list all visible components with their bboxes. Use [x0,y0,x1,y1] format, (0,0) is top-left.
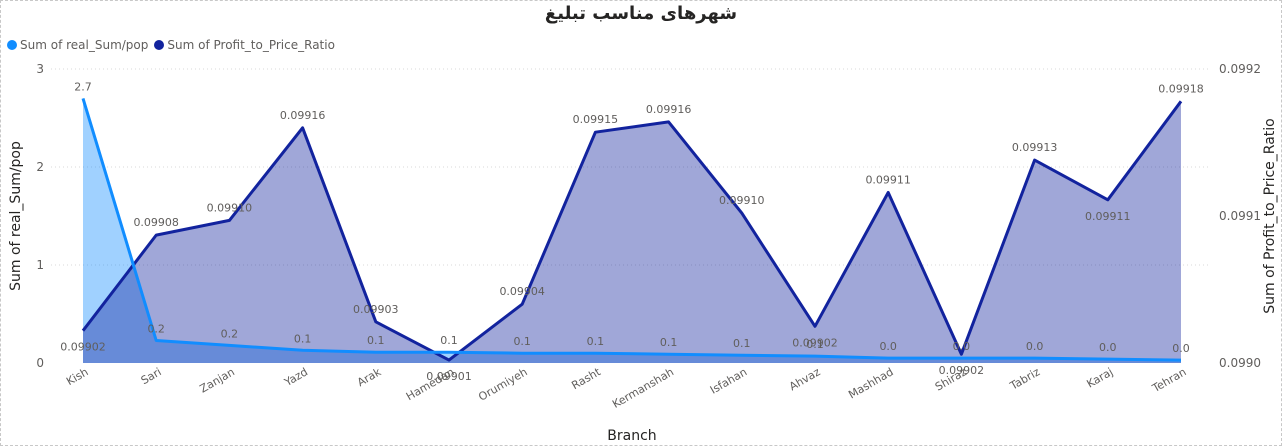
x-tick-label: Tabriz [1007,365,1042,393]
x-tick-label: Rasht [569,365,603,392]
x-tick-label: Zanjan [197,365,236,395]
data-label-real-sum-pop: 0.1 [440,334,458,347]
x-tick-label: Ahvaz [787,365,823,393]
y2-axis-title: Sum of Profit_to_Price_Ratio [1262,118,1278,313]
data-label-real-sum-pop: 0.2 [147,322,165,335]
y-tick-label: 1 [36,258,44,272]
y-tick-label: 0 [36,356,44,370]
data-label-profit-ratio: 0.09915 [573,113,619,126]
chart-visual: شهرهای مناسب تبلیغ Sum of real_Sum/pop S… [0,0,1282,446]
y2-tick-label: 0.0992 [1219,62,1261,76]
x-tick-label: Tehran [1149,365,1188,395]
data-label-real-sum-pop: 0.0 [879,340,897,353]
x-tick-label: Mashhad [846,365,895,401]
data-label-profit-ratio: 0.09903 [353,303,399,316]
y-tick-label: 3 [36,62,44,76]
data-label-profit-ratio: 0.09910 [207,201,253,214]
data-label-real-sum-pop: 0.0 [1099,341,1117,354]
chart-plot: 0 1 2 3 0.0990 0.0991 0.0992 Sum of real_Sum/po… [8,62,1278,444]
x-tick-label: Isfahan [708,365,749,396]
x-tick-label: Kish [64,365,90,388]
data-label-real-sum-pop: 0.1 [733,337,751,350]
data-label-real-sum-pop: 0.1 [294,332,312,345]
x-tick-label: Sari [139,365,164,387]
x-tick-label: Kermanshah [610,365,676,411]
data-label-real-sum-pop: 2.7 [74,80,92,93]
data-label-profit-ratio: 0.09910 [719,194,765,207]
x-tick-label: Karaj [1084,365,1115,390]
y2-tick-label: 0.0990 [1219,356,1261,370]
data-label-real-sum-pop: 0.0 [1172,342,1190,355]
data-label-real-sum-pop: 0.1 [513,335,531,348]
data-label-profit-ratio: 0.09916 [280,109,326,122]
x-axis-title: Branch [607,428,656,444]
data-label-real-sum-pop: 0.1 [587,335,605,348]
x-tick-label: Arak [355,365,384,389]
data-label-profit-ratio: 0.09913 [1012,141,1058,154]
data-label-profit-ratio: 0.09911 [865,173,911,186]
y2-tick-label: 0.0991 [1219,209,1261,223]
data-label-real-sum-pop: 0.2 [221,327,239,340]
data-label-profit-ratio: 0.09904 [499,285,545,298]
x-tick-label: Orumiyeh [476,365,529,403]
data-label-real-sum-pop: 0.1 [367,334,385,347]
data-label-real-sum-pop: 0.1 [660,336,678,349]
data-label-profit-ratio: 0.09911 [1085,210,1131,223]
data-label-real-sum-pop: 0.0 [1026,340,1044,353]
data-label-profit-ratio: 0.09902 [792,336,838,349]
data-label-profit-ratio: 0.09916 [646,103,692,116]
y-tick-label: 2 [36,160,44,174]
y-axis-title: Sum of real_Sum/pop [8,141,24,291]
data-label-profit-ratio: 0.09908 [133,216,179,229]
data-label-profit-ratio: 0.09918 [1158,82,1204,95]
data-label-real-sum-pop: 0.0 [953,340,971,353]
data-label-profit-ratio: 0.09902 [60,341,106,354]
x-tick-label: Yazd [281,365,310,389]
